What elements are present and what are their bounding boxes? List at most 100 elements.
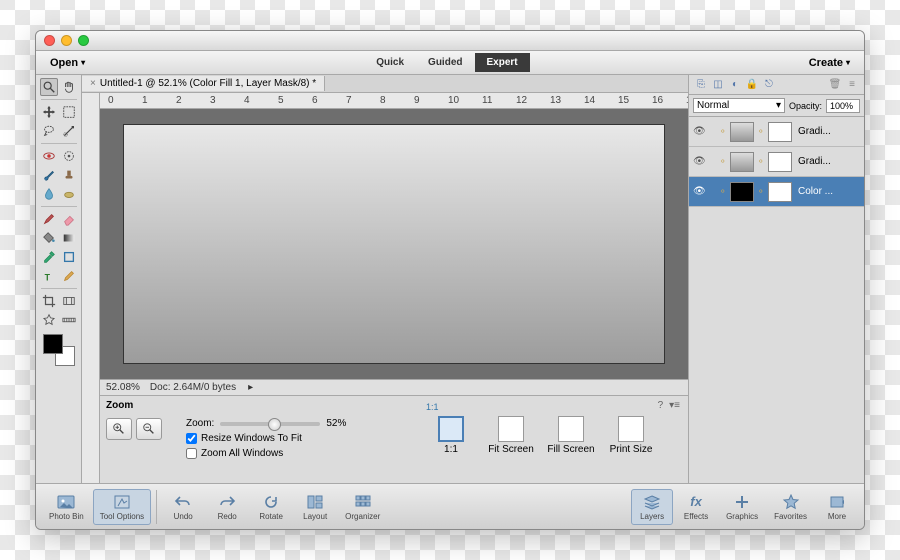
blend-mode-select[interactable]: Normal▾ <box>693 98 785 113</box>
gradient-tool[interactable] <box>60 229 78 247</box>
resize-windows-checkbox[interactable]: Resize Windows To Fit <box>186 433 416 444</box>
bottombar-organizer[interactable]: Organizer <box>338 489 387 525</box>
layer-mask-thumb[interactable] <box>768 182 792 202</box>
preset-1-1-label: 1:1 <box>426 402 656 412</box>
bottombar-graphics[interactable]: Graphics <box>719 489 765 525</box>
layer-row[interactable]: 👁⚬⚬Gradi... <box>689 147 864 177</box>
layer-row[interactable]: 👁⚬⚬Gradi... <box>689 117 864 147</box>
clone-stamp-tool[interactable] <box>60 166 78 184</box>
tab-expert[interactable]: Expert <box>475 53 530 72</box>
straighten-tool[interactable] <box>60 311 78 329</box>
brush-tool[interactable] <box>40 210 58 228</box>
tab-quick[interactable]: Quick <box>364 53 416 72</box>
zoom-value: 52% <box>326 418 346 429</box>
layout-icon <box>305 493 325 511</box>
visibility-icon[interactable]: 👁 <box>693 156 705 167</box>
zoom-preset-print-size[interactable]: Print Size <box>606 416 656 455</box>
zoom-tool[interactable] <box>40 78 58 96</box>
marquee-tool[interactable] <box>60 103 78 121</box>
bottombar-rotate[interactable]: Rotate <box>250 489 292 525</box>
link-layers-icon[interactable]: ⎋ <box>763 79 775 91</box>
more-icon <box>827 493 847 511</box>
status-zoom[interactable]: 52.08% <box>106 382 140 393</box>
opacity-label: Opacity: <box>789 101 822 111</box>
shape-tool[interactable] <box>60 248 78 266</box>
tab-guided[interactable]: Guided <box>416 53 474 72</box>
delete-layer-icon[interactable]: 🗑 <box>829 79 841 91</box>
move-tool[interactable] <box>40 103 58 121</box>
smart-brush-tool[interactable] <box>40 166 58 184</box>
new-layer-icon[interactable]: ⎘ <box>695 79 707 91</box>
canvas-pasteboard <box>100 109 688 379</box>
lock-layer-icon[interactable]: 🔒 <box>746 79 758 91</box>
color-swatches[interactable] <box>43 334 75 366</box>
document-tab[interactable]: × Untitled-1 @ 52.1% (Color Fill 1, Laye… <box>82 76 325 91</box>
layer-mask-thumb[interactable] <box>768 122 792 142</box>
foreground-color-swatch[interactable] <box>43 334 63 354</box>
maximize-window-button[interactable] <box>78 35 89 46</box>
layer-row[interactable]: 👁⚬⚬Color ... <box>689 177 864 207</box>
quick-select-tool[interactable] <box>60 122 78 140</box>
zoom-slider-label: Zoom: <box>186 418 214 429</box>
bottombar-more[interactable]: More <box>816 489 858 525</box>
app-window: Open Quick Guided Expert Create <box>35 30 865 530</box>
layers-icon <box>642 493 662 511</box>
layer-name: Gradi... <box>795 156 860 167</box>
zoom-slider[interactable] <box>220 422 320 426</box>
zoom-all-checkbox[interactable]: Zoom All Windows <box>186 448 416 459</box>
create-menu[interactable]: Create <box>801 54 858 72</box>
type-tool[interactable]: T <box>40 267 58 285</box>
hand-tool[interactable] <box>60 78 78 96</box>
new-group-icon[interactable]: ◫ <box>712 79 724 91</box>
adjustment-layer-icon[interactable]: ◐ <box>729 79 741 91</box>
bottombar-favorites[interactable]: Favorites <box>767 489 814 525</box>
pencil-tool[interactable] <box>60 267 78 285</box>
layer-thumb <box>730 122 754 142</box>
bottombar-photo-bin[interactable]: Photo Bin <box>42 489 91 525</box>
rotate-icon <box>261 493 281 511</box>
layer-action-icons: ⎘ ◫ ◐ 🔒 ⎋ <box>695 79 775 91</box>
close-doc-icon[interactable]: × <box>90 78 96 89</box>
lasso-tool[interactable] <box>40 122 58 140</box>
eraser-tool[interactable] <box>60 210 78 228</box>
help-icon[interactable]: ? <box>658 400 664 411</box>
opacity-field[interactable]: 100% <box>826 99 860 113</box>
open-menu[interactable]: Open <box>42 54 93 72</box>
zoom-in-button[interactable] <box>106 418 132 440</box>
toolbox: T <box>36 75 82 483</box>
layer-thumb <box>730 152 754 172</box>
bottombar-effects[interactable]: fxEffects <box>675 489 717 525</box>
bottombar-undo[interactable]: Undo <box>162 489 204 525</box>
options-menu-icon[interactable]: ▾≡ <box>669 400 680 411</box>
visibility-icon[interactable]: 👁 <box>693 186 705 197</box>
status-menu-icon[interactable]: ▸ <box>248 382 253 393</box>
minimize-window-button[interactable] <box>61 35 72 46</box>
spot-heal-tool[interactable] <box>60 147 78 165</box>
bottombar-layout[interactable]: Layout <box>294 489 336 525</box>
vertical-ruler <box>82 93 100 483</box>
bucket-tool[interactable] <box>40 229 58 247</box>
zoom-preset-fit-screen[interactable]: Fit Screen <box>486 416 536 455</box>
blur-tool[interactable] <box>40 185 58 203</box>
eyedropper-tool[interactable] <box>40 248 58 266</box>
crop-tool[interactable] <box>40 292 58 310</box>
layer-thumb <box>730 182 754 202</box>
zoom-out-button[interactable] <box>136 418 162 440</box>
redeye-tool[interactable] <box>40 147 58 165</box>
status-doc: Doc: 2.64M/0 bytes <box>150 382 236 393</box>
bottombar-layers[interactable]: Layers <box>631 489 673 525</box>
bottombar-redo[interactable]: Redo <box>206 489 248 525</box>
sponge-tool[interactable] <box>60 185 78 203</box>
bottombar-tool-options[interactable]: Tool Options <box>93 489 151 525</box>
close-window-button[interactable] <box>44 35 55 46</box>
layers-panel: ⎘ ◫ ◐ 🔒 ⎋ 🗑 ≡ Normal▾ Opacity: 100% 👁⚬⚬G… <box>688 75 864 483</box>
zoom-preset-1-1[interactable]: 1:1 <box>426 416 476 455</box>
visibility-icon[interactable]: 👁 <box>693 126 705 137</box>
cookie-cutter-tool[interactable] <box>40 311 58 329</box>
recompose-tool[interactable] <box>60 292 78 310</box>
panel-menu-icon[interactable]: ≡ <box>846 79 858 91</box>
canvas[interactable] <box>124 125 665 363</box>
zoom-preset-fill-screen[interactable]: Fill Screen <box>546 416 596 455</box>
layer-mask-thumb[interactable] <box>768 152 792 172</box>
tools-icon <box>112 493 132 511</box>
